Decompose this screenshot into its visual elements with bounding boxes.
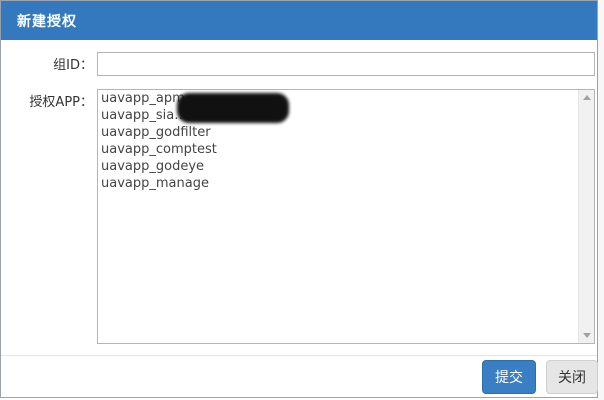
app-item-manage[interactable]: uavapp_manage	[101, 175, 576, 192]
listbox-scrollbar[interactable]	[578, 90, 594, 343]
app-item-comptest[interactable]: uavapp_comptest	[101, 141, 576, 158]
group-id-label: 组ID：	[53, 58, 93, 73]
background-edge	[598, 0, 604, 400]
authorized-app-listbox[interactable]: uavapp_apm uavapp_sia…8070 uavapp_godfil…	[97, 89, 595, 344]
redaction-mark	[177, 93, 289, 123]
group-id-input[interactable]	[97, 52, 595, 76]
app-item-sia[interactable]: uavapp_sia…8070	[101, 107, 576, 124]
dialog-title: 新建授权	[17, 14, 77, 30]
new-authorization-dialog: 新建授权 组ID： 授权APP： uavapp_apm uavapp_sia…8…	[0, 0, 598, 398]
app-item-godeye[interactable]: uavapp_godeye	[101, 158, 576, 175]
authorized-app-label: 授权APP：	[29, 95, 93, 110]
submit-button[interactable]: 提交	[482, 360, 536, 394]
close-button[interactable]: 关闭	[546, 360, 598, 394]
dialog-header: 新建授权	[1, 1, 597, 40]
app-list[interactable]: uavapp_apm uavapp_sia…8070 uavapp_godfil…	[101, 90, 576, 192]
app-item-apm[interactable]: uavapp_apm	[101, 90, 576, 107]
scroll-down-icon[interactable]	[583, 333, 591, 338]
scroll-up-icon[interactable]	[583, 95, 591, 100]
dialog-footer-divider	[1, 355, 597, 356]
app-item-godfilter[interactable]: uavapp_godfilter	[101, 124, 576, 141]
